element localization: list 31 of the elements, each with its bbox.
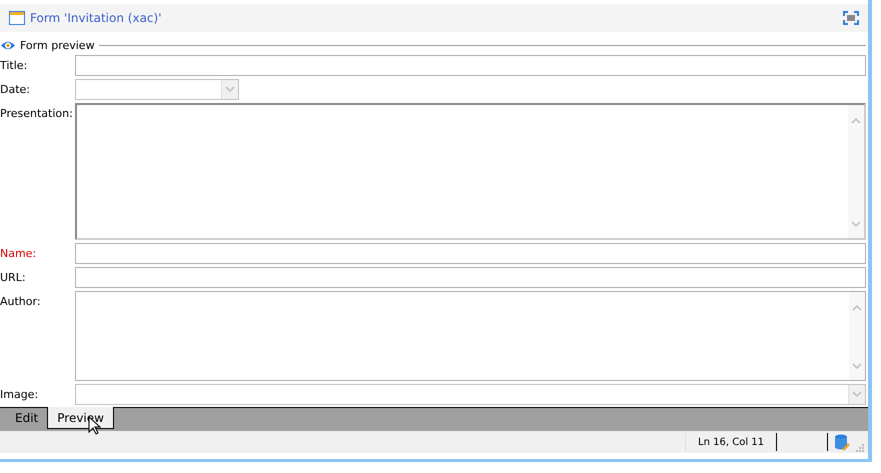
field-label: Title: bbox=[0, 58, 28, 72]
dropdown-icon[interactable] bbox=[221, 80, 238, 99]
scroll-up-icon[interactable] bbox=[852, 304, 862, 311]
field-label: Date: bbox=[0, 82, 31, 96]
scroll-down-icon[interactable] bbox=[852, 363, 862, 370]
window-icon bbox=[9, 11, 25, 25]
text-field[interactable] bbox=[75, 243, 866, 264]
text-field[interactable] bbox=[75, 267, 866, 288]
group-title: Form preview bbox=[20, 38, 95, 52]
combo-field[interactable] bbox=[75, 384, 866, 405]
scrollbar[interactable] bbox=[849, 292, 865, 380]
date-field[interactable] bbox=[75, 79, 239, 100]
tab[interactable]: Edit bbox=[6, 408, 48, 428]
field-label: URL: bbox=[0, 270, 27, 284]
scroll-up-icon[interactable] bbox=[851, 117, 861, 124]
resize-grip-icon[interactable] bbox=[855, 443, 865, 453]
field-label: Author: bbox=[0, 294, 42, 308]
eye-icon bbox=[0, 40, 16, 50]
field-label: Name: bbox=[0, 246, 38, 260]
cursor-position: Ln 16, Col 11 bbox=[685, 433, 776, 451]
field-label: Presentation: bbox=[0, 106, 74, 120]
dropdown-icon[interactable] bbox=[848, 385, 865, 404]
scrollbar[interactable] bbox=[848, 105, 864, 238]
scroll-down-icon[interactable] bbox=[851, 221, 861, 228]
field-label: Image: bbox=[0, 387, 40, 401]
maximize-icon[interactable] bbox=[843, 11, 859, 25]
text-area[interactable] bbox=[75, 103, 866, 240]
text-area[interactable] bbox=[75, 291, 866, 381]
window-title: Form 'Invitation (xac)' bbox=[30, 11, 162, 25]
text-field[interactable] bbox=[75, 55, 866, 76]
database-icon[interactable] bbox=[834, 434, 851, 450]
